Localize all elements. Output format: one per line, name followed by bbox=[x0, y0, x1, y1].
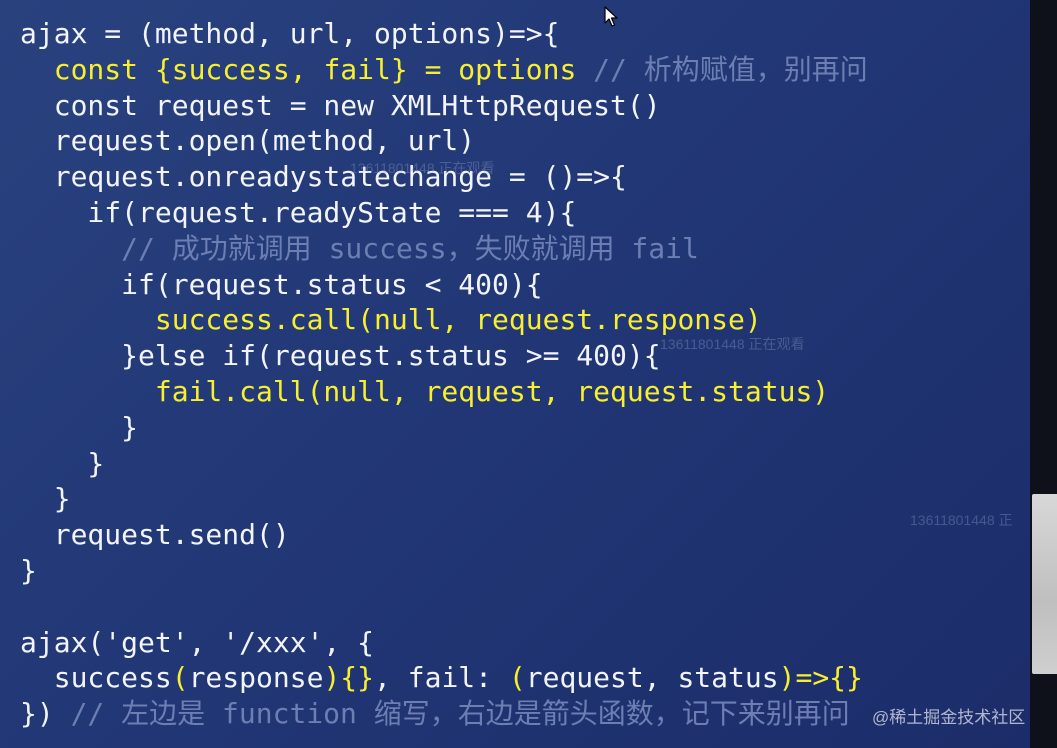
code-block: ajax = (method, url, options)=>{ const {… bbox=[20, 16, 868, 732]
code-token: } bbox=[20, 553, 37, 587]
code-token: ){} bbox=[323, 661, 375, 695]
code-token: ( bbox=[171, 661, 189, 695]
code-token: request, status bbox=[525, 661, 779, 695]
code-token: const request = new XMLHttpRequest() bbox=[20, 88, 661, 122]
code-token: request.onreadystatechange = ()=>{ bbox=[20, 160, 627, 194]
code-line: fail.call(null, request, request.status) bbox=[20, 374, 868, 410]
code-token: , fail: bbox=[374, 661, 509, 695]
code-token: )=>{} bbox=[778, 661, 863, 695]
code-line: }) // 左边是 function 缩写，右边是箭头函数，记下来别再问 bbox=[20, 696, 868, 732]
viewer-watermark: 13611801448 正在观看 bbox=[660, 336, 805, 352]
side-panel-thumbnail[interactable] bbox=[1032, 494, 1057, 674]
code-line: request.open(method, url) bbox=[20, 123, 868, 159]
code-line: if(request.status < 400){ bbox=[20, 267, 868, 303]
code-token: response bbox=[188, 661, 324, 695]
viewer-watermark: 13611801448 正在观看 bbox=[350, 160, 495, 176]
code-line: // 成功就调用 success，失败就调用 fail bbox=[20, 231, 868, 267]
code-token: fail.call(null, request, request.status) bbox=[154, 374, 830, 408]
code-line: ajax('get', '/xxx', { bbox=[20, 625, 868, 661]
code-line: success(response){}, fail: (request, sta… bbox=[20, 660, 868, 696]
code-token: } bbox=[20, 482, 71, 516]
slide-screen: ajax = (method, url, options)=>{ const {… bbox=[0, 0, 1057, 748]
code-comment: // 左边是 function 缩写，右边是箭头函数，记下来别再问 bbox=[70, 697, 850, 731]
code-comment: // 成功就调用 success，失败就调用 fail bbox=[20, 231, 699, 265]
code-token: }) bbox=[20, 697, 71, 731]
code-token: ( bbox=[508, 661, 526, 695]
code-line: const request = new XMLHttpRequest() bbox=[20, 88, 868, 124]
code-line: request.send() bbox=[20, 517, 868, 553]
code-token: request.open(method, url) bbox=[20, 124, 476, 158]
code-line: const {success, fail} = options // 析构赋值，… bbox=[20, 52, 868, 88]
code-token: } bbox=[20, 410, 139, 444]
code-token: success.call(null, request.response) bbox=[154, 303, 762, 337]
code-line: } bbox=[20, 553, 868, 589]
brand-watermark: @稀土掘金技术社区 bbox=[872, 708, 1026, 727]
code-comment: // 析构赋值，别再问 bbox=[576, 52, 868, 86]
code-token: ajax = (method, url, options)=>{ bbox=[20, 17, 560, 50]
viewer-watermark: 13611801448 正 bbox=[910, 512, 1013, 528]
code-token: ajax('get', '/xxx', { bbox=[20, 625, 375, 659]
code-token: }else if(request.status >= 400){ bbox=[20, 339, 661, 373]
code-token: } bbox=[20, 446, 105, 480]
code-line: } bbox=[20, 410, 868, 446]
code-line: ajax = (method, url, options)=>{ bbox=[20, 16, 868, 52]
code-line: } bbox=[20, 446, 868, 482]
code-line: } bbox=[20, 481, 868, 517]
code-token: success bbox=[20, 661, 172, 695]
code-line: success.call(null, request.response) bbox=[20, 302, 868, 338]
code-token: request.send() bbox=[20, 518, 290, 552]
code-token: if(request.readyState === 4){ bbox=[20, 195, 577, 229]
code-line: if(request.readyState === 4){ bbox=[20, 195, 868, 231]
mouse-pointer-icon bbox=[604, 6, 618, 27]
code-token: const {success, fail} = options bbox=[53, 52, 577, 86]
code-token: if(request.status < 400){ bbox=[20, 267, 543, 301]
